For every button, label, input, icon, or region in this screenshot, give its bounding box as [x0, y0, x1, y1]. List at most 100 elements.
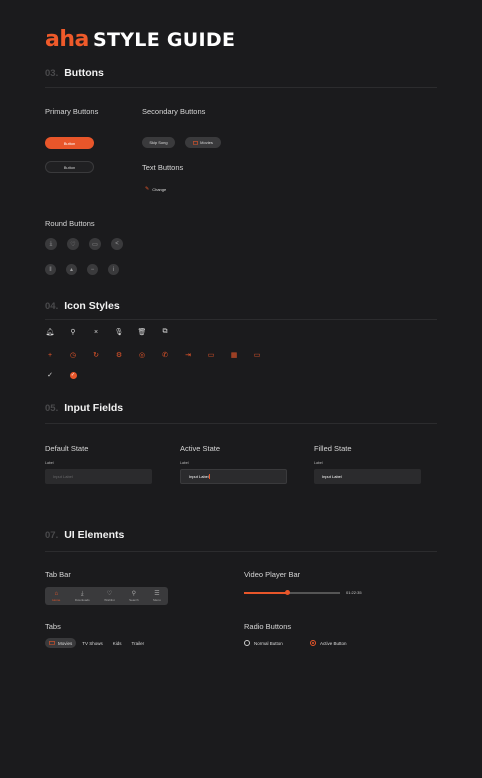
divider — [45, 319, 437, 320]
video-time: 01:22:35 — [346, 590, 362, 595]
download-round-button[interactable]: ⤓ — [45, 238, 57, 250]
radio-active[interactable]: Active Button — [310, 640, 347, 646]
text-buttons-heading: Text Buttons — [142, 163, 184, 172]
section-title: Input Fields — [64, 402, 124, 414]
tabs: Movies TV Shows Kids Trailer — [45, 638, 148, 648]
tabs-heading: Tabs — [45, 622, 61, 631]
radio-normal[interactable]: Normal Button — [244, 640, 283, 646]
default-state-heading: Default State — [45, 444, 89, 453]
section-number: 07. — [45, 530, 59, 541]
tab-bar: ⌂ Home ⤓ Downloads ♡ Wishlist ⚲ Search ☰ Menu — [45, 587, 168, 605]
share-round-button[interactable]: < — [111, 238, 123, 250]
field-label: Label — [45, 461, 54, 465]
close-icon: × — [93, 328, 99, 336]
radio-circle — [244, 640, 250, 646]
icon-row-orange: + ◷ ↻ ⚙ ◎ ✆ ⇥ ▭ ▦ ▭ — [45, 350, 262, 360]
change-label: Change — [152, 186, 167, 192]
tabbar-item-downloads[interactable]: ⤓ Downloads — [75, 591, 90, 602]
field-label: Label — [180, 461, 189, 465]
settings-icon: ⚙ — [115, 352, 123, 359]
section-icons-heading: 04. Icon Styles — [45, 300, 120, 312]
tab-movies[interactable]: Movies — [45, 638, 77, 648]
bell-icon: 🔔︎ — [45, 329, 55, 336]
round-buttons-heading: Round Buttons — [45, 219, 95, 228]
mic-icon: 🎙︎ — [114, 329, 124, 336]
video-progress-track[interactable] — [244, 590, 340, 595]
menu-icon: ☰ — [154, 590, 160, 597]
heart-icon: ♡ — [106, 590, 113, 597]
heart-round-button[interactable]: ♡ — [67, 238, 79, 250]
tabbar-item-search[interactable]: ⚲ Search — [129, 591, 139, 602]
change-text-button[interactable]: ✎ Change — [145, 186, 166, 192]
icon-row-white: 🔔︎ ⚲ × 🎙︎ 🗑︎ ⧉ — [45, 327, 170, 337]
minus-round-button[interactable]: − — [87, 264, 98, 275]
tab-kids[interactable]: Kids — [109, 638, 126, 648]
tabbar-item-wishlist[interactable]: ♡ Wishlist — [104, 591, 114, 602]
tv-icon — [49, 641, 55, 645]
tabbar-item-home[interactable]: ⌂ Home — [52, 591, 60, 602]
timer-icon: ◷ — [69, 352, 77, 359]
section-title: Icon Styles — [64, 300, 120, 312]
active-input[interactable]: Input Label — [180, 469, 287, 484]
pencil-icon: ✎ — [145, 186, 150, 192]
page-title: STYLE GUIDE — [93, 29, 236, 51]
section-number: 04. — [45, 301, 59, 312]
section-title: Buttons — [64, 67, 104, 79]
tv-icon — [193, 140, 199, 145]
filled-state-heading: Filled State — [314, 444, 352, 453]
active-input-value: Input Label — [189, 474, 209, 479]
outline-button[interactable]: Button — [45, 161, 94, 173]
video-progress-thumb[interactable] — [284, 590, 290, 595]
skip-song-button[interactable]: Skip Song — [142, 137, 175, 148]
tabbar-label: Wishlist — [104, 597, 115, 602]
divider — [45, 551, 437, 552]
tabbar-label: Downloads — [74, 597, 90, 602]
tab-trailer[interactable]: Trailer — [128, 638, 149, 648]
round-buttons-row-1: ⤓ ♡ ▭ < — [45, 238, 123, 250]
home-icon: ⌂ — [54, 590, 59, 597]
aha-logo: aha — [45, 27, 89, 52]
card-icon: ▭ — [207, 352, 215, 359]
info-round-button[interactable]: i — [108, 264, 119, 275]
section-title: UI Elements — [64, 529, 125, 541]
default-input[interactable]: Input Label — [45, 469, 152, 484]
search-icon: ⚲ — [70, 329, 76, 336]
target-icon: ◎ — [138, 352, 146, 359]
lock-round-button[interactable]: ▴ — [66, 264, 77, 275]
pause-icon: ‖ — [49, 266, 52, 273]
calendar-icon: ▦ — [230, 352, 238, 359]
tab-bar-heading: Tab Bar — [45, 570, 71, 579]
section-inputs-heading: 05. Input Fields — [45, 402, 123, 414]
cast-icon: ▭ — [92, 241, 98, 248]
search-icon: ⚲ — [131, 590, 137, 597]
sync-icon: ↻ — [93, 352, 99, 359]
tabbar-label: Home — [52, 597, 61, 602]
movies-label: Movies — [200, 140, 213, 145]
video-player-heading: Video Player Bar — [244, 570, 301, 579]
trash-icon: 🗑︎ — [137, 329, 147, 336]
share-icon: < — [115, 241, 119, 247]
movies-button[interactable]: Movies — [185, 137, 221, 148]
filled-input[interactable]: Input Label — [314, 469, 421, 484]
radio-circle-selected — [310, 640, 316, 646]
check-icon: ✓ — [47, 372, 53, 379]
radio-buttons-heading: Radio Buttons — [244, 622, 292, 631]
video-progress-fill — [244, 592, 288, 594]
copy-icon: ⧉ — [162, 328, 168, 335]
divider — [45, 423, 437, 424]
cast-round-button[interactable]: ▭ — [89, 238, 101, 250]
minus-icon: − — [90, 266, 95, 273]
primary-button[interactable]: Button — [45, 137, 94, 149]
plus-icon: + — [47, 351, 53, 359]
tabbar-label: Search — [129, 597, 139, 602]
skip-song-label: Skip Song — [149, 140, 168, 145]
active-state-heading: Active State — [180, 444, 221, 453]
pause-round-button[interactable]: ‖ — [45, 264, 56, 275]
tv-icon: ▭ — [253, 352, 261, 359]
download-icon: ⤓ — [49, 240, 53, 247]
tab-tv-shows[interactable]: TV Shows — [78, 638, 107, 648]
heart-icon: ♡ — [70, 241, 76, 248]
tabbar-item-menu[interactable]: ☰ Menu — [153, 591, 161, 602]
primary-buttons-heading: Primary Buttons — [45, 107, 99, 116]
divider — [45, 87, 437, 88]
